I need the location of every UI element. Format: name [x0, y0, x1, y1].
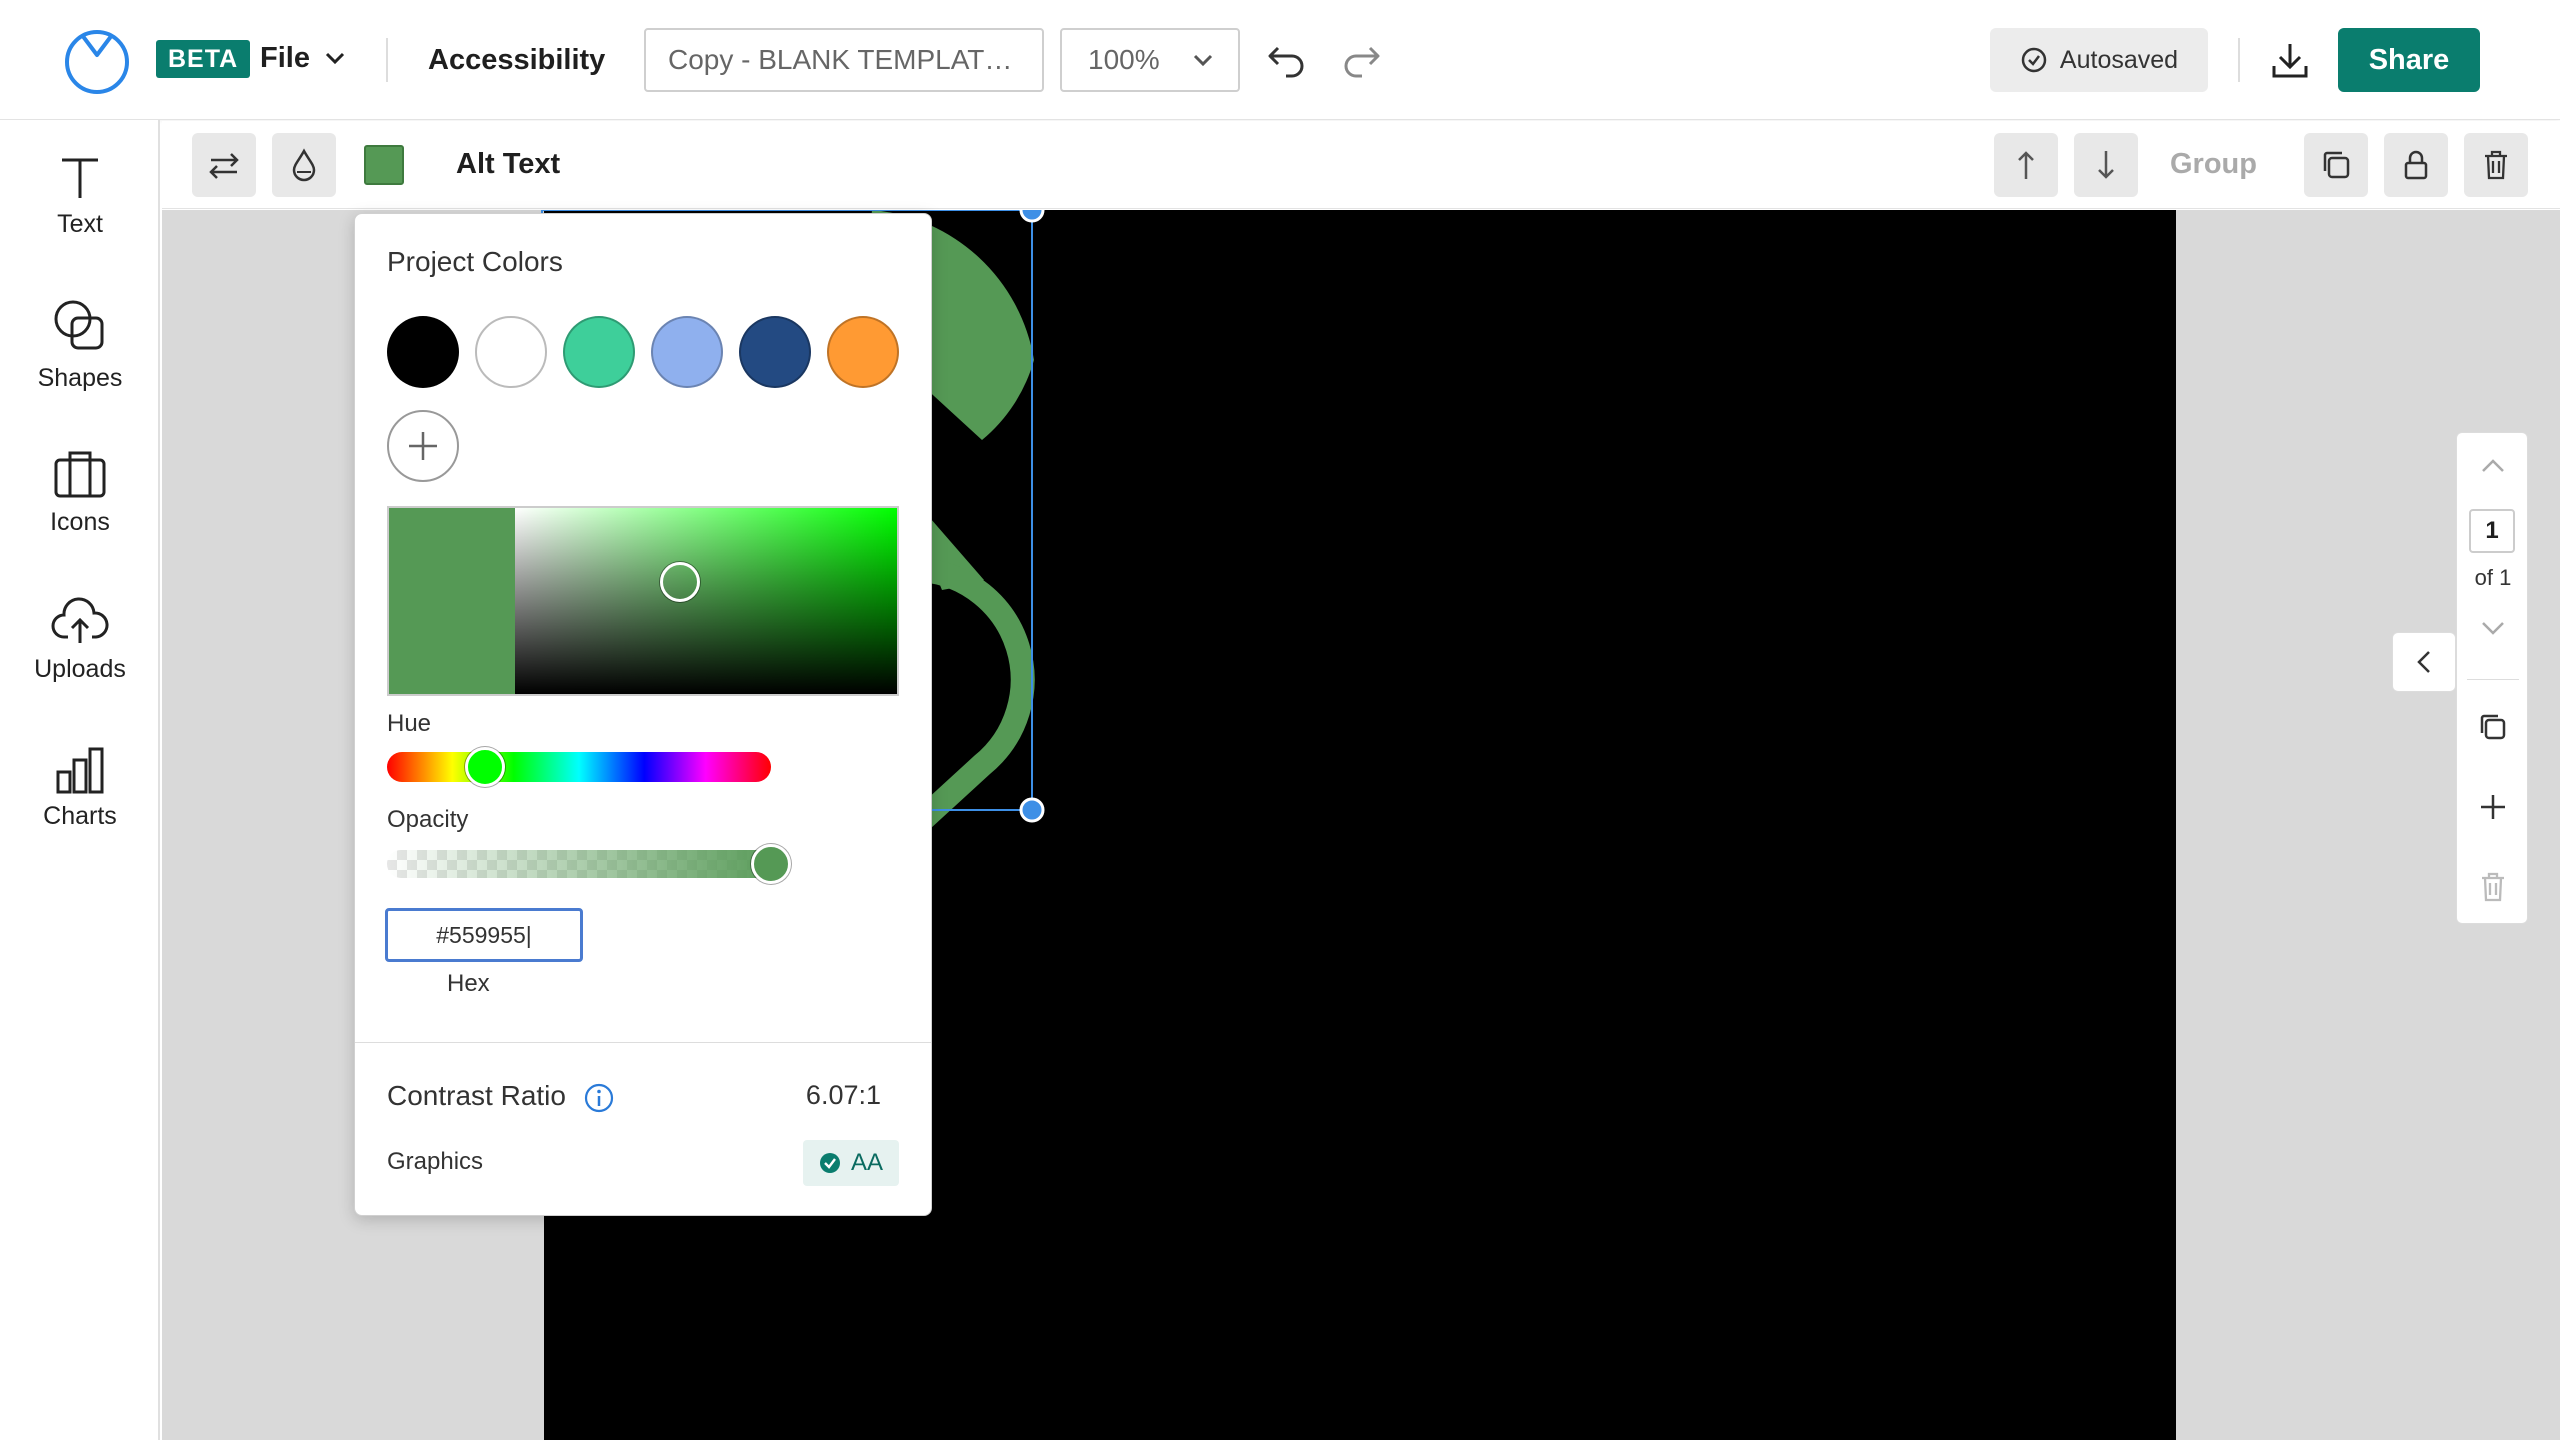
group-button[interactable]: Group: [2170, 141, 2257, 187]
download-icon[interactable]: [2264, 34, 2316, 86]
left-sidebar: Text Shapes Icons Uploads Charts: [0, 120, 160, 1440]
page-total-label: of 1: [2474, 565, 2512, 590]
check-circle-icon: [2021, 47, 2047, 73]
element-toolbar: Alt Text Group: [162, 121, 2560, 209]
info-icon[interactable]: [583, 1082, 615, 1114]
contrast-rating-badge: AA: [803, 1140, 899, 1186]
share-button[interactable]: Share: [2338, 28, 2480, 92]
duplicate-icon: [2323, 151, 2350, 179]
autosaved-label: Autosaved: [2059, 45, 2179, 74]
trash-icon: [2485, 150, 2507, 180]
selection-handle: [1019, 210, 1045, 223]
project-colors-title: Project Colors: [387, 246, 563, 277]
chevron-down-icon: [325, 52, 345, 65]
hex-input[interactable]: #559955|: [385, 908, 583, 962]
sidebar-item-label: Uploads: [34, 654, 126, 683]
arrow-down-icon: [2098, 151, 2114, 179]
undo-icon[interactable]: [1262, 36, 1312, 86]
beta-badge: BETA: [156, 40, 251, 78]
saturation-gradient[interactable]: [515, 508, 897, 694]
sidebar-item-uploads[interactable]: Uploads: [0, 580, 160, 700]
add-color-button[interactable]: [387, 410, 459, 482]
current-page-input[interactable]: 1: [2469, 509, 2515, 553]
top-bar: BETA File Accessibility Copy - BLANK TEM…: [0, 0, 2560, 120]
contrast-ratio-label: Contrast Ratio: [387, 1080, 566, 1111]
document-title-input[interactable]: Copy - BLANK TEMPLAT…: [644, 28, 1044, 92]
duplicate-button[interactable]: [2304, 133, 2368, 197]
opacity-label: Opacity: [387, 806, 469, 833]
project-color-swatch[interactable]: [563, 316, 635, 388]
chevron-down-icon[interactable]: [2479, 619, 2507, 637]
lock-icon: [2404, 150, 2428, 180]
cloud-upload-icon: [51, 596, 109, 643]
add-page-icon[interactable]: [2477, 791, 2509, 823]
sidebar-item-label: Charts: [43, 801, 117, 830]
chevron-up-icon[interactable]: [2479, 457, 2507, 475]
selection-handle: [1019, 797, 1045, 823]
autosaved-status-button[interactable]: Autosaved: [1990, 28, 2208, 92]
shapes-icon: [54, 300, 104, 349]
hue-slider[interactable]: [387, 752, 771, 782]
collapse-panel-button[interactable]: [2392, 632, 2456, 692]
duplicate-page-icon[interactable]: [2477, 711, 2509, 743]
app-logo-icon[interactable]: [62, 25, 132, 95]
sidebar-item-label: Text: [57, 209, 103, 238]
arrow-up-icon: [2018, 151, 2034, 179]
sidebar-item-text[interactable]: Text: [0, 136, 160, 256]
sidebar-item-label: Icons: [50, 507, 110, 536]
fill-color-swatch[interactable]: [364, 145, 404, 185]
swap-button[interactable]: [192, 133, 256, 197]
check-circle-icon: [819, 1153, 840, 1173]
accessibility-menu[interactable]: Accessibility: [428, 38, 605, 82]
divider: [386, 38, 388, 82]
swap-arrows-icon: [209, 153, 239, 179]
color-picker-popup: Project Colors Hue Opacity #559955| Hex …: [354, 213, 932, 1216]
contrast-rating-label: AA: [850, 1149, 883, 1176]
sidebar-item-charts[interactable]: Charts: [0, 728, 160, 848]
fill-tool-button[interactable]: [272, 133, 336, 197]
contrast-ratio-value: 6.07:1: [805, 1080, 881, 1110]
file-menu[interactable]: File: [260, 36, 346, 80]
hex-label: Hex: [447, 970, 490, 997]
move-forward-button[interactable]: [1994, 133, 2058, 197]
bar-chart-icon: [56, 747, 104, 793]
lock-button[interactable]: [2384, 133, 2448, 197]
opacity-slider-handle[interactable]: [751, 844, 791, 884]
hue-slider-handle[interactable]: [465, 747, 505, 787]
project-color-swatch[interactable]: [827, 316, 899, 388]
droplet-icon: [292, 148, 316, 182]
alt-text-button[interactable]: Alt Text: [456, 141, 560, 187]
chevron-down-icon: [1193, 54, 1213, 67]
briefcase-icon: [54, 451, 106, 497]
zoom-select[interactable]: 100%: [1060, 28, 1240, 92]
hue-label: Hue: [387, 710, 432, 737]
text-icon: [62, 158, 98, 198]
divider: [355, 1042, 931, 1043]
project-color-swatch[interactable]: [387, 316, 459, 388]
divider: [2238, 38, 2240, 82]
sidebar-item-icons[interactable]: Icons: [0, 432, 160, 552]
project-color-swatch[interactable]: [475, 316, 547, 388]
sidebar-item-label: Shapes: [37, 363, 123, 392]
green-arc-shape: [913, 558, 1035, 829]
file-menu-label: File: [260, 41, 310, 74]
chevron-left-icon: [2417, 651, 2430, 673]
divider: [2467, 679, 2519, 680]
move-backward-button[interactable]: [2074, 133, 2138, 197]
saturation-handle[interactable]: [660, 562, 700, 602]
plus-icon: [409, 432, 437, 460]
opacity-slider[interactable]: [387, 850, 787, 878]
delete-button[interactable]: [2464, 133, 2528, 197]
redo-icon[interactable]: [1336, 36, 1386, 86]
saturation-value-picker[interactable]: [387, 506, 899, 696]
delete-page-icon[interactable]: [2479, 871, 2507, 903]
project-color-swatch[interactable]: [651, 316, 723, 388]
page-navigator: 1 of 1: [2456, 432, 2528, 924]
graphics-label: Graphics: [387, 1148, 484, 1175]
current-color-preview: [389, 508, 515, 694]
zoom-value: 100%: [1088, 44, 1160, 75]
sidebar-item-shapes[interactable]: Shapes: [0, 284, 160, 404]
project-color-swatch[interactable]: [739, 316, 811, 388]
